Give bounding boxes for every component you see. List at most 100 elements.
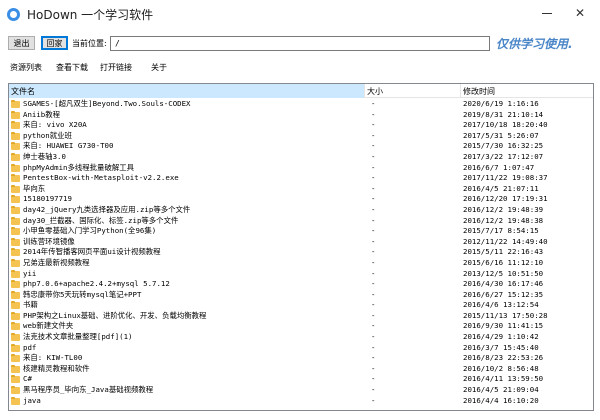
folder-icon [11, 227, 20, 236]
table-row[interactable]: 兄弟连最新视频教程 - 2015/6/16 11:12:10 [9, 258, 593, 269]
folder-icon [11, 216, 20, 225]
table-row[interactable]: 来自: KIW-TL00 - 2016/8/23 22:53:26 [9, 353, 593, 364]
modified-time-cell: 2019/8/31 21:10:14 [463, 109, 544, 119]
modified-time-cell: 2020/6/19 1:16:16 [463, 99, 539, 108]
folder-icon [11, 280, 20, 289]
table-row[interactable]: 毕向东 - 2016/4/5 21:07:11 [9, 184, 593, 195]
table-row[interactable]: 15180197719 - 2016/12/20 17:19:31 [9, 194, 593, 205]
file-name-cell: yii [23, 268, 37, 278]
table-row[interactable]: 绅士巷轴3.0 - 2017/3/22 17:12:07 [9, 152, 593, 163]
table-row[interactable]: 训练营环境镜像 - 2012/11/22 14:49:40 [9, 237, 593, 248]
table-row[interactable]: 黑马程序员_毕向东_Java基础视频教程 - 2016/4/5 21:09:04 [9, 385, 593, 396]
modified-time-cell: 2016/6/27 15:12:35 [463, 289, 544, 299]
modified-time-cell: 2016/4/30 16:17:46 [463, 279, 544, 289]
modified-time-cell: 2016/3/7 15:45:40 [463, 342, 539, 352]
table-row[interactable]: 书籍 - 2016/4/6 13:12:54 [9, 300, 593, 311]
folder-icon [11, 333, 20, 342]
table-row[interactable]: SGAMES-[超凡双生]Beyond.Two.Souls-CODEX - 2020… [9, 99, 593, 110]
table-row[interactable]: php7.0.6+apache2.4.2+mysql 5.7.12 - 2016/4… [9, 279, 593, 290]
file-name-cell: PHP架构之Linux基础、进阶优化、开发、负载均衡教程 [23, 310, 207, 320]
menu-item-view-downloads[interactable]: 查看下载 [56, 62, 88, 73]
file-name-cell: 毕向东 [23, 183, 46, 193]
file-size-cell: - [371, 141, 376, 151]
file-name-cell: php7.0.6+apache2.4.2+mysql 5.7.12 [23, 279, 170, 289]
table-row[interactable]: python就业班 - 2017/5/31 5:26:07 [9, 131, 593, 142]
menu-item-open-link[interactable]: 打开链接 [100, 62, 132, 73]
modified-time-cell: 2012/11/22 14:49:40 [463, 236, 548, 246]
column-header-name[interactable]: 文件名 [9, 84, 365, 98]
file-size-cell: - [371, 130, 376, 140]
table-row[interactable]: 2014年传智播客网页平面ui设计视频教程 - 2015/5/11 22:16:43 [9, 247, 593, 258]
folder-icon [11, 301, 20, 310]
file-size-cell: - [371, 215, 376, 225]
file-size-cell: - [371, 300, 376, 310]
folder-icon [11, 258, 20, 267]
file-size-cell: - [371, 257, 376, 267]
minimize-button[interactable] [533, 3, 561, 23]
file-name-cell: day30_拦截器、国际化、标签.zip等多个文件 [23, 215, 179, 225]
file-name-cell: 核建精灵教程和软件 [23, 363, 90, 373]
minimize-icon [542, 12, 552, 14]
location-field[interactable]: / [110, 36, 490, 51]
table-row[interactable]: 小甲鱼零基础入门学习Python(全96集) - 2015/7/17 8:54:15 [9, 226, 593, 237]
folder-icon [11, 386, 20, 395]
file-name-cell: 小甲鱼零基础入门学习Python(全96集) [23, 226, 157, 236]
table-row[interactable]: PHP架构之Linux基础、进阶优化、开发、负载均衡教程 - 2015/11/13 … [9, 311, 593, 322]
home-button[interactable]: 回家 [41, 36, 68, 50]
file-name-cell: C# [23, 374, 32, 384]
table-row[interactable]: 核建精灵教程和软件 - 2016/10/2 8:56:48 [9, 364, 593, 375]
folder-icon [11, 121, 20, 130]
file-size-cell: - [371, 268, 376, 278]
table-row[interactable]: 来自: HUAWEI G730-T00 - 2015/7/30 16:32:25 [9, 141, 593, 152]
file-list: 文件名 大小 修改时间 SGAMES-[超凡双生]Beyond.Two.Soul… [8, 83, 594, 411]
modified-time-cell: 2016/4/4 16:10:20 [463, 395, 539, 405]
file-size-cell: - [371, 332, 376, 342]
modified-time-cell: 2015/7/30 16:32:25 [463, 141, 544, 151]
modified-time-cell: 2017/11/22 19:08:37 [463, 173, 548, 183]
table-row[interactable]: pdf - 2016/3/7 15:45:40 [9, 343, 593, 354]
table-row[interactable]: 韩忠康带你5天玩转mysql笔记+PPT - 2016/6/27 15:12:35 [9, 290, 593, 301]
folder-icon [11, 343, 20, 352]
table-row[interactable]: phpMyAdmin多线程批量破解工具 - 2016/6/7 1:07:47 [9, 163, 593, 174]
file-size-cell: - [371, 173, 376, 183]
file-list-header: 文件名 大小 修改时间 [9, 84, 593, 98]
file-size-cell: - [371, 395, 376, 405]
column-header-size[interactable]: 大小 [365, 84, 461, 98]
file-name-cell: day42_jQuery九类选择器及应用.zip等多个文件 [23, 204, 191, 214]
modified-time-cell: 2017/5/31 5:26:07 [463, 130, 539, 140]
table-row[interactable]: day30_拦截器、国际化、标签.zip等多个文件 - 2016/12/2 19:4… [9, 216, 593, 227]
table-row[interactable]: 来自: vivo X20A - 2017/10/18 18:20:40 [9, 120, 593, 131]
file-size-cell: - [371, 353, 376, 363]
modified-time-cell: 2017/3/22 17:12:07 [463, 151, 544, 161]
folder-icon [11, 237, 20, 246]
table-row[interactable]: yii - 2013/12/5 10:51:50 [9, 269, 593, 280]
modified-time-cell: 2016/4/6 13:12:54 [463, 300, 539, 310]
modified-time-cell: 2016/4/5 21:07:11 [463, 183, 539, 193]
table-row[interactable]: 法克技术文章批量整理[pdf](1) - 2016/4/29 1:10:42 [9, 332, 593, 343]
table-row[interactable]: java - 2016/4/4 16:10:20 [9, 396, 593, 407]
menu-item-about[interactable]: 关于 [151, 62, 167, 73]
close-icon: ✕ [574, 6, 586, 20]
table-row[interactable]: C# - 2016/4/11 13:59:50 [9, 374, 593, 385]
back-button[interactable]: 退出 [8, 36, 35, 50]
folder-icon [11, 322, 20, 331]
table-row[interactable]: Aniib教程 - 2019/8/31 21:10:14 [9, 110, 593, 121]
column-header-modified[interactable]: 修改时间 [461, 84, 593, 98]
close-button[interactable]: ✕ [566, 3, 594, 23]
table-row[interactable]: PentestBox-with-Metasploit-v2.2.exe - 2017… [9, 173, 593, 184]
table-row[interactable]: day42_jQuery九类选择器及应用.zip等多个文件 - 2016/12/2 … [9, 205, 593, 216]
folder-icon [11, 142, 20, 151]
folder-icon [11, 396, 20, 405]
file-name-cell: 法克技术文章批量整理[pdf](1) [23, 332, 133, 342]
folder-icon [11, 100, 20, 108]
file-name-cell: pdf [23, 342, 37, 352]
file-name-cell: phpMyAdmin多线程批量破解工具 [23, 162, 135, 172]
table-row[interactable]: web新建文件夹 - 2016/9/30 11:41:15 [9, 321, 593, 332]
menu-item-resource-list[interactable]: 资源列表 [10, 62, 42, 73]
file-name-cell: 书籍 [23, 300, 38, 310]
watermark-text: 仅供学习使用. [496, 37, 573, 51]
file-name-cell: 2014年传智播客网页平面ui设计视频教程 [23, 247, 161, 257]
file-size-cell: - [371, 204, 376, 214]
file-size-cell: - [371, 109, 376, 119]
folder-icon [11, 364, 20, 373]
